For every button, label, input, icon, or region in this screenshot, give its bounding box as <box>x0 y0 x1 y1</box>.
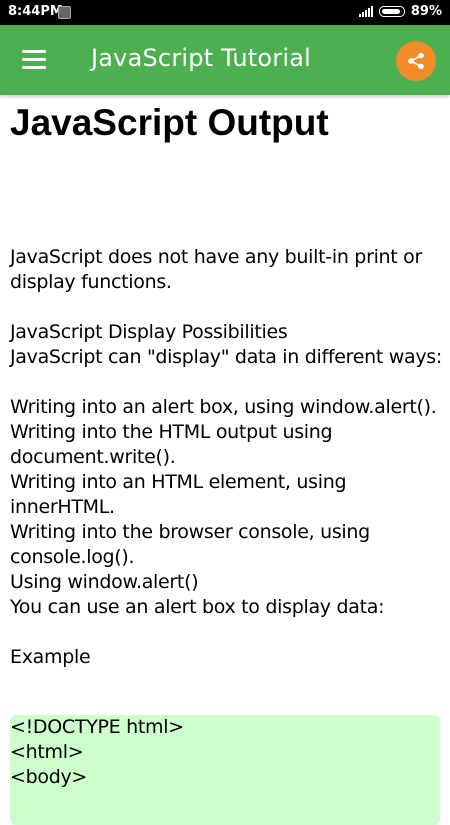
menu-icon[interactable] <box>22 50 48 70</box>
paragraph: Using window.alert() <box>10 571 199 593</box>
signal-icon <box>358 6 373 17</box>
paragraph: Writing into an alert box, using window.… <box>10 396 437 418</box>
body-text: JavaScript does not have any built-in pr… <box>10 245 442 670</box>
code-example: <!DOCTYPE html> <html> <body> <box>10 715 440 825</box>
battery-fill <box>381 9 400 14</box>
gallery-notification-icon <box>58 6 71 19</box>
paragraph: Writing into the browser console, using … <box>10 521 370 568</box>
app-bar: JavaScript Tutorial <box>0 25 450 95</box>
share-button[interactable] <box>396 41 436 81</box>
battery-icon <box>378 6 405 17</box>
paragraph: Writing into an HTML element, using inne… <box>10 471 347 518</box>
paragraph: You can use an alert box to display data… <box>10 596 385 618</box>
paragraph: Writing into the HTML output using docum… <box>10 421 333 468</box>
paragraph: Example <box>10 646 91 668</box>
page-content: JavaScript Output JavaScript does not ha… <box>10 95 442 825</box>
paragraph: JavaScript does not have any built-in pr… <box>10 246 423 293</box>
page-title: JavaScript Output <box>10 102 329 143</box>
battery-percent: 89% <box>410 4 442 19</box>
code-line: <body> <box>10 766 88 788</box>
paragraph: JavaScript Display Possibilities <box>10 321 288 343</box>
status-right-group: 89% <box>358 4 442 19</box>
status-time: 8:44PM <box>8 4 63 19</box>
code-line: <!DOCTYPE html> <box>10 716 184 738</box>
share-icon <box>408 52 424 70</box>
paragraph: JavaScript can "display" data in differe… <box>10 346 442 368</box>
code-line: <html> <box>10 741 84 763</box>
status-bar: 8:44PM 89% <box>0 0 450 25</box>
app-title: JavaScript Tutorial <box>91 44 311 72</box>
